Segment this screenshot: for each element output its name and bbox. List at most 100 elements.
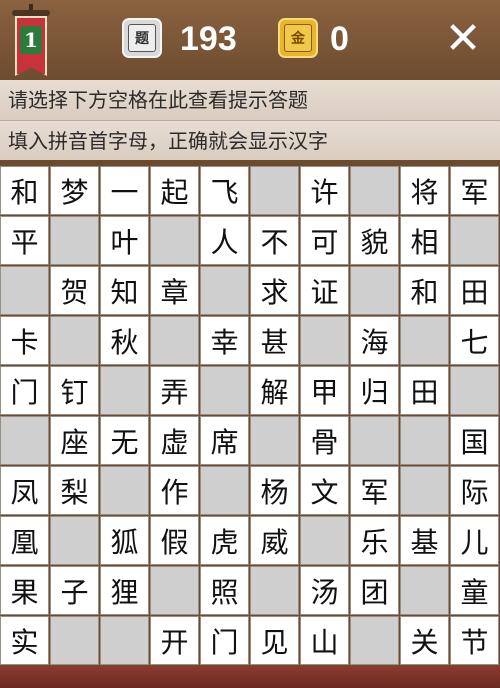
grid-cell[interactable]: 实 bbox=[0, 616, 49, 665]
grid-cell[interactable]: 凰 bbox=[0, 516, 49, 565]
grid-cell-empty[interactable] bbox=[100, 616, 149, 665]
grid-cell-empty[interactable] bbox=[400, 566, 449, 615]
grid-cell[interactable]: 海 bbox=[350, 316, 399, 365]
grid-cell[interactable]: 解 bbox=[250, 366, 299, 415]
close-button[interactable]: ✕ bbox=[440, 16, 486, 62]
grid-cell-empty[interactable] bbox=[300, 316, 349, 365]
grid-cell-empty[interactable] bbox=[350, 166, 399, 215]
grid-cell[interactable]: 汤 bbox=[300, 566, 349, 615]
grid-cell[interactable]: 求 bbox=[250, 266, 299, 315]
grid-cell[interactable]: 文 bbox=[300, 466, 349, 515]
grid-cell[interactable]: 儿 bbox=[450, 516, 499, 565]
grid-cell-empty[interactable] bbox=[50, 516, 99, 565]
grid-cell[interactable]: 虚 bbox=[150, 416, 199, 465]
grid-cell[interactable]: 知 bbox=[100, 266, 149, 315]
grid-cell[interactable]: 田 bbox=[450, 266, 499, 315]
grid-cell[interactable]: 相 bbox=[400, 216, 449, 265]
grid-cell[interactable]: 子 bbox=[50, 566, 99, 615]
grid-cell[interactable]: 狸 bbox=[100, 566, 149, 615]
grid-cell[interactable]: 果 bbox=[0, 566, 49, 615]
grid-cell[interactable]: 见 bbox=[250, 616, 299, 665]
grid-cell[interactable]: 梦 bbox=[50, 166, 99, 215]
grid-cell[interactable]: 和 bbox=[400, 266, 449, 315]
grid-cell[interactable]: 钉 bbox=[50, 366, 99, 415]
grid-cell[interactable]: 席 bbox=[200, 416, 249, 465]
grid-cell[interactable]: 关 bbox=[400, 616, 449, 665]
grid-cell[interactable]: 秋 bbox=[100, 316, 149, 365]
grid-cell[interactable]: 平 bbox=[0, 216, 49, 265]
grid-cell-empty[interactable] bbox=[150, 566, 199, 615]
grid-cell[interactable]: 山 bbox=[300, 616, 349, 665]
grid-cell-empty[interactable] bbox=[150, 216, 199, 265]
grid-cell-empty[interactable] bbox=[150, 316, 199, 365]
grid-cell[interactable]: 作 bbox=[150, 466, 199, 515]
grid-cell-empty[interactable] bbox=[50, 316, 99, 365]
grid-cell-empty[interactable] bbox=[350, 416, 399, 465]
grid-cell-empty[interactable] bbox=[400, 466, 449, 515]
grid-cell[interactable]: 狐 bbox=[100, 516, 149, 565]
grid-cell[interactable]: 虎 bbox=[200, 516, 249, 565]
grid-cell[interactable]: 和 bbox=[0, 166, 49, 215]
grid-cell-empty[interactable] bbox=[400, 416, 449, 465]
grid-cell[interactable]: 凤 bbox=[0, 466, 49, 515]
grid-cell[interactable]: 门 bbox=[200, 616, 249, 665]
grid-cell[interactable]: 甚 bbox=[250, 316, 299, 365]
grid-cell[interactable]: 骨 bbox=[300, 416, 349, 465]
grid-cell[interactable]: 归 bbox=[350, 366, 399, 415]
grid-cell[interactable]: 貌 bbox=[350, 216, 399, 265]
grid-cell[interactable]: 团 bbox=[350, 566, 399, 615]
grid-cell[interactable]: 章 bbox=[150, 266, 199, 315]
grid-cell-empty[interactable] bbox=[200, 266, 249, 315]
grid-cell-empty[interactable] bbox=[300, 516, 349, 565]
grid-cell[interactable]: 叶 bbox=[100, 216, 149, 265]
grid-cell[interactable]: 际 bbox=[450, 466, 499, 515]
grid-cell[interactable]: 军 bbox=[450, 166, 499, 215]
grid-cell-empty[interactable] bbox=[250, 416, 299, 465]
grid-cell[interactable]: 许 bbox=[300, 166, 349, 215]
grid-cell[interactable]: 不 bbox=[250, 216, 299, 265]
grid-cell[interactable]: 一 bbox=[100, 166, 149, 215]
grid-cell[interactable]: 弄 bbox=[150, 366, 199, 415]
grid-cell[interactable]: 七 bbox=[450, 316, 499, 365]
grid-cell[interactable]: 节 bbox=[450, 616, 499, 665]
grid-cell[interactable]: 座 bbox=[50, 416, 99, 465]
grid-cell-empty[interactable] bbox=[200, 466, 249, 515]
grid-cell-empty[interactable] bbox=[350, 266, 399, 315]
grid-cell[interactable]: 杨 bbox=[250, 466, 299, 515]
grid-cell-empty[interactable] bbox=[450, 366, 499, 415]
grid-cell-empty[interactable] bbox=[100, 466, 149, 515]
grid-cell[interactable]: 开 bbox=[150, 616, 199, 665]
grid-cell[interactable]: 基 bbox=[400, 516, 449, 565]
grid-cell-empty[interactable] bbox=[250, 166, 299, 215]
grid-cell[interactable]: 起 bbox=[150, 166, 199, 215]
grid-cell-empty[interactable] bbox=[50, 616, 99, 665]
grid-cell-empty[interactable] bbox=[100, 366, 149, 415]
grid-cell[interactable]: 田 bbox=[400, 366, 449, 415]
grid-cell[interactable]: 照 bbox=[200, 566, 249, 615]
grid-cell[interactable]: 飞 bbox=[200, 166, 249, 215]
grid-cell-empty[interactable] bbox=[450, 216, 499, 265]
grid-cell[interactable]: 门 bbox=[0, 366, 49, 415]
grid-cell[interactable]: 威 bbox=[250, 516, 299, 565]
grid-cell[interactable]: 假 bbox=[150, 516, 199, 565]
grid-cell[interactable]: 甲 bbox=[300, 366, 349, 415]
grid-cell-empty[interactable] bbox=[0, 266, 49, 315]
grid-cell-empty[interactable] bbox=[0, 416, 49, 465]
grid-cell[interactable]: 将 bbox=[400, 166, 449, 215]
grid-cell[interactable]: 幸 bbox=[200, 316, 249, 365]
grid-cell[interactable]: 贺 bbox=[50, 266, 99, 315]
grid-cell[interactable]: 梨 bbox=[50, 466, 99, 515]
grid-cell[interactable]: 无 bbox=[100, 416, 149, 465]
grid-cell[interactable]: 军 bbox=[350, 466, 399, 515]
grid-cell-empty[interactable] bbox=[350, 616, 399, 665]
grid-cell[interactable]: 童 bbox=[450, 566, 499, 615]
grid-cell[interactable]: 乐 bbox=[350, 516, 399, 565]
grid-cell[interactable]: 卡 bbox=[0, 316, 49, 365]
grid-cell-empty[interactable] bbox=[200, 366, 249, 415]
grid-cell[interactable]: 人 bbox=[200, 216, 249, 265]
grid-cell[interactable]: 国 bbox=[450, 416, 499, 465]
grid-cell[interactable]: 证 bbox=[300, 266, 349, 315]
grid-cell-empty[interactable] bbox=[50, 216, 99, 265]
grid-cell-empty[interactable] bbox=[400, 316, 449, 365]
grid-cell-empty[interactable] bbox=[250, 566, 299, 615]
